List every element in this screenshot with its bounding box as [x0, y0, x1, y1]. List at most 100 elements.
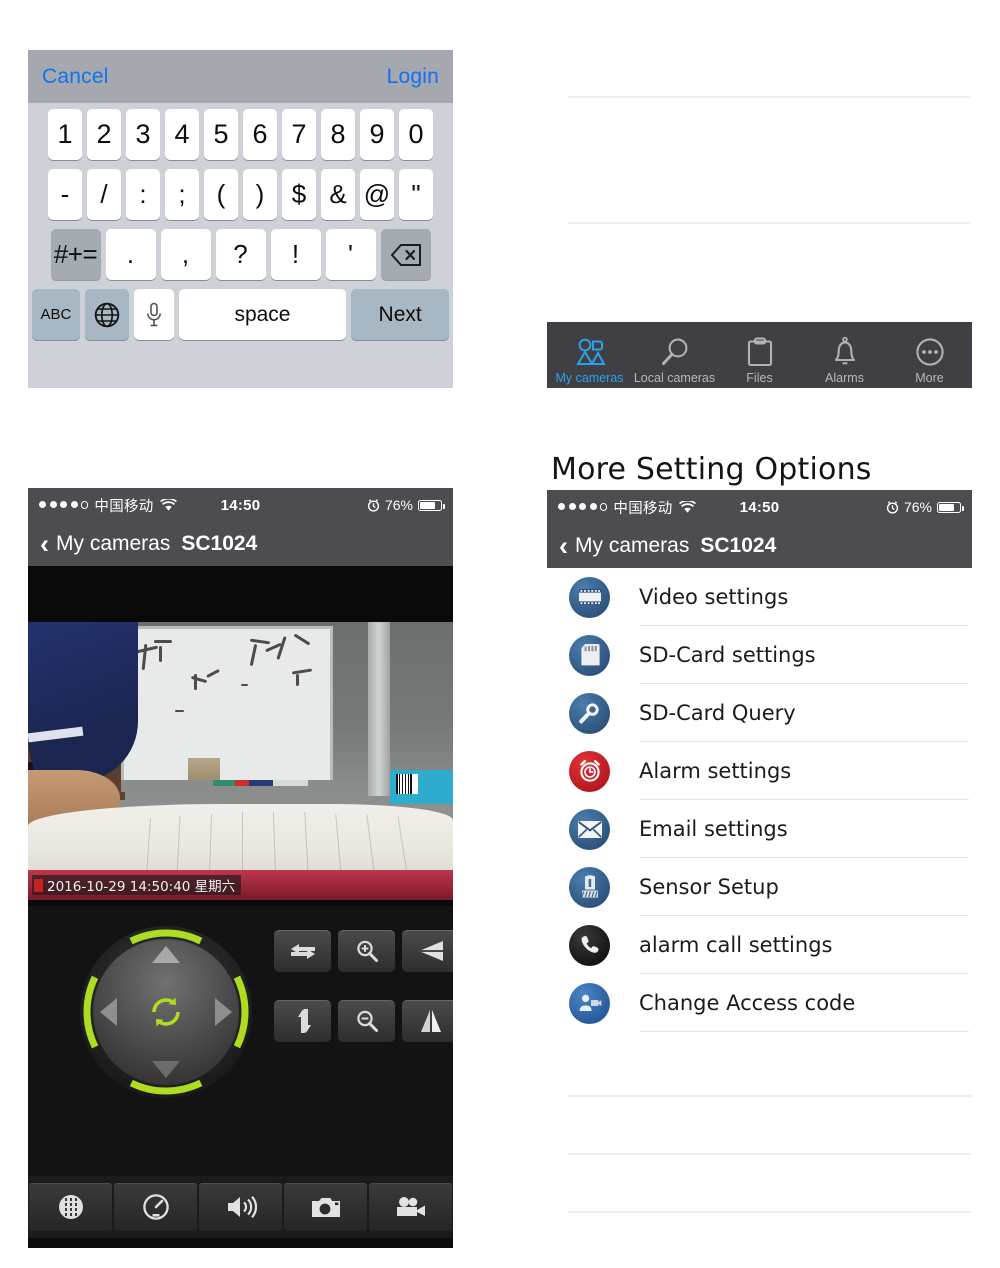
space-key[interactable]: space: [178, 289, 347, 340]
key-exclam[interactable]: !: [270, 229, 321, 280]
list-item[interactable]: alarm call settings: [547, 916, 972, 974]
key-dollar[interactable]: $: [282, 169, 316, 220]
keyboard-row-symbols: - / : ; ( ) $ & @ ": [32, 169, 449, 220]
key-3[interactable]: 3: [126, 109, 160, 160]
keyboard-rows: 1 2 3 4 5 6 7 8 9 0 - / : ; ( ) $ & @ " …: [28, 103, 453, 388]
timestamp-label: 2016-10-29 14:50:40 星期六: [47, 879, 236, 895]
image-settings-button[interactable]: [29, 1183, 112, 1231]
arrow-up-icon[interactable]: [152, 946, 180, 963]
zoom-in-button[interactable]: [338, 930, 395, 972]
keyboard-row-punctuation: #+= . , ? ! ': [32, 229, 449, 280]
key-hyphen[interactable]: -: [48, 169, 82, 220]
back-label[interactable]: My cameras: [56, 532, 170, 556]
key-9[interactable]: 9: [360, 109, 394, 160]
key-2[interactable]: 2: [87, 109, 121, 160]
page-rule-top-2: [568, 222, 971, 224]
arrow-down-icon[interactable]: [152, 1061, 180, 1078]
key-question[interactable]: ?: [215, 229, 266, 280]
video-stream-area[interactable]: 2016-10-29 14:50:40 星期六: [28, 566, 453, 906]
key-at[interactable]: @: [360, 169, 394, 220]
magnifier-icon: [569, 692, 610, 734]
magnifier-icon: [660, 334, 690, 370]
next-key[interactable]: Next: [351, 289, 449, 340]
tab-files[interactable]: Files: [717, 319, 802, 388]
ios-keyboard-panel: Cancel Login 1 2 3 4 5 6 7 8 9 0 - / : ;…: [28, 50, 453, 388]
abc-key[interactable]: ABC: [32, 289, 80, 340]
key-slash[interactable]: /: [87, 169, 121, 220]
stream-quality-button[interactable]: [114, 1183, 197, 1231]
tab-label: Local cameras: [633, 371, 716, 385]
app-tab-bar: My cameras Local cameras Files Alarms Mo…: [547, 322, 972, 388]
key-symbol-switch[interactable]: #+=: [50, 229, 101, 280]
key-7[interactable]: 7: [282, 109, 316, 160]
key-6[interactable]: 6: [243, 109, 277, 160]
status-bar-right: 76%: [367, 497, 445, 513]
my-cameras-icon: [573, 334, 607, 370]
list-item[interactable]: Change Access code: [547, 974, 972, 1032]
key-4[interactable]: 4: [165, 109, 199, 160]
key-apostrophe[interactable]: ': [325, 229, 376, 280]
recording-indicator-icon: [34, 878, 43, 892]
arrow-right-icon[interactable]: [215, 998, 232, 1026]
page-rule-bottom-3: [568, 1211, 971, 1213]
zoom-out-button[interactable]: [338, 1000, 395, 1042]
key-ampersand[interactable]: &: [321, 169, 355, 220]
key-8[interactable]: 8: [321, 109, 355, 160]
keyboard-row-numbers: 1 2 3 4 5 6 7 8 9 0: [32, 109, 449, 160]
envelope-icon: [569, 808, 610, 850]
tab-my-cameras[interactable]: My cameras: [547, 319, 632, 388]
cancel-button[interactable]: Cancel: [42, 65, 109, 89]
backspace-icon[interactable]: [380, 229, 431, 280]
mirror-horizontal-button[interactable]: [402, 1000, 453, 1042]
key-colon[interactable]: :: [126, 169, 160, 220]
globe-icon[interactable]: [84, 289, 129, 340]
list-item[interactable]: SD-Card Query: [547, 684, 972, 742]
settings-phone-screenshot: 中国移动 14:50 76% ‹ My cameras SC1024 Video…: [547, 490, 972, 1042]
chevron-left-icon[interactable]: ‹: [40, 530, 49, 558]
settings-list: Video settings SD-Card settings SD-Card …: [547, 568, 972, 1032]
key-comma[interactable]: ,: [160, 229, 211, 280]
horizontal-cruise-button[interactable]: [274, 930, 331, 972]
audio-button[interactable]: [199, 1183, 282, 1231]
keyboard-row-bottom: ABC space Next: [32, 289, 449, 340]
list-item[interactable]: Alarm settings: [547, 742, 972, 800]
vertical-cruise-button[interactable]: [274, 1000, 331, 1042]
nav-bar: ‹ My cameras SC1024: [547, 524, 972, 568]
tab-alarms[interactable]: Alarms: [802, 319, 887, 388]
list-item[interactable]: Sensor Setup: [547, 858, 972, 916]
arrow-left-icon[interactable]: [100, 998, 117, 1026]
list-item[interactable]: Video settings: [547, 568, 972, 626]
key-quote[interactable]: ": [399, 169, 433, 220]
list-item-label: Alarm settings: [639, 759, 792, 783]
back-label[interactable]: My cameras: [575, 534, 689, 558]
camera-title: SC1024: [181, 532, 258, 555]
mirror-vertical-button[interactable]: [402, 930, 453, 972]
key-paren-close[interactable]: ): [243, 169, 277, 220]
wifi-icon: [159, 498, 177, 512]
page-title: More Setting Options: [551, 452, 872, 487]
key-1[interactable]: 1: [48, 109, 82, 160]
film-strip-icon: [569, 576, 610, 618]
microphone-icon[interactable]: [133, 289, 174, 340]
battery-icon: [418, 499, 445, 511]
phone-icon: [569, 924, 610, 966]
key-0[interactable]: 0: [399, 109, 433, 160]
status-bar-left: 中国移动: [39, 495, 177, 516]
rotate-refresh-icon[interactable]: [143, 989, 189, 1035]
login-button[interactable]: Login: [387, 65, 439, 89]
chevron-left-icon[interactable]: ‹: [559, 532, 568, 560]
list-item[interactable]: Email settings: [547, 800, 972, 858]
key-period[interactable]: .: [105, 229, 156, 280]
record-button[interactable]: [369, 1183, 452, 1231]
signal-dots-icon: [39, 501, 89, 509]
list-item[interactable]: SD-Card settings: [547, 626, 972, 684]
ptz-dpad[interactable]: [80, 926, 252, 1098]
key-5[interactable]: 5: [204, 109, 238, 160]
camera-user-icon: [569, 982, 610, 1024]
snapshot-button[interactable]: [284, 1183, 367, 1231]
key-semicolon[interactable]: ;: [165, 169, 199, 220]
tab-more[interactable]: More: [887, 319, 972, 388]
tab-local-cameras[interactable]: Local cameras: [632, 319, 717, 388]
status-bar-left: 中国移动: [558, 497, 696, 518]
key-paren-open[interactable]: (: [204, 169, 238, 220]
